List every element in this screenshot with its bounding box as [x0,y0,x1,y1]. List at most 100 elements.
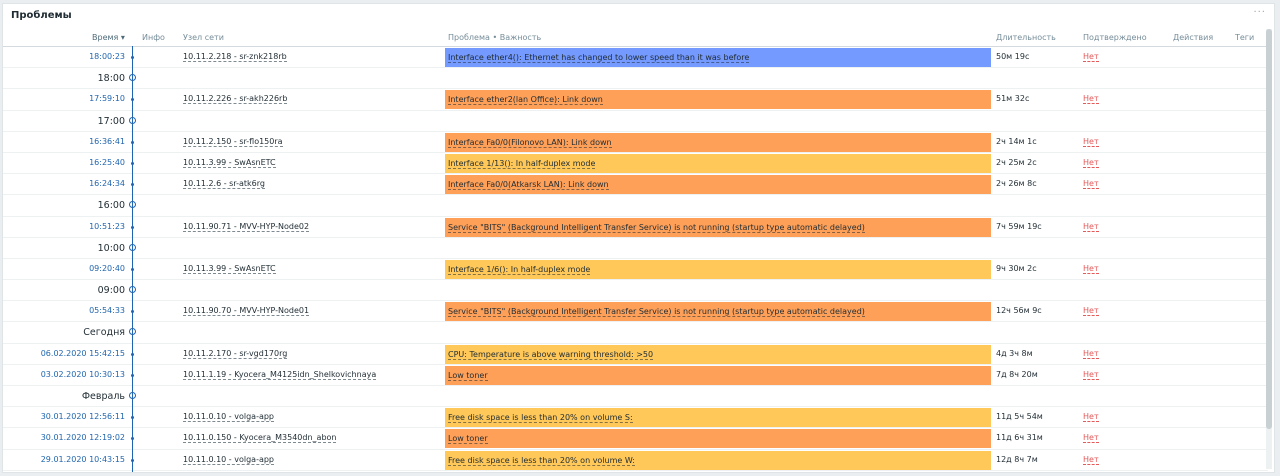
table-row: 17:59:10 10.11.2.226 - sr-akh226rb Interfa… [3,89,1268,111]
problem-time-link[interactable]: 10:51:23 [89,222,125,231]
duration-value: 51м 32с [996,94,1030,104]
problem-name: Low toner [448,370,488,381]
timeline-section-row: Сегодня [3,322,1268,344]
ack-link[interactable]: Нет [1083,306,1099,317]
table-body: 18:00:23 10.11.2.218 - sr-znk218rb Interfa… [3,47,1268,471]
host-link[interactable]: 10.11.2.170 - sr-vgd170rg [183,349,288,359]
problem-cell[interactable]: Service "BITS" (Background Intelligent T… [445,217,991,237]
ack-link[interactable]: Нет [1083,222,1099,232]
duration-value: 4д 3ч 8м [996,348,1033,358]
ack-link[interactable]: Нет [1083,179,1099,190]
table-row: 05:54:33 10.11.90.70 - MVV-HYP-Node01 Serv… [3,301,1268,323]
column-actions: Действия [1173,33,1214,42]
duration-value: 7д 8ч 20м [996,369,1038,379]
column-time[interactable]: Время ▾ [92,33,125,42]
column-problem[interactable]: Проблема • Важность [448,33,541,42]
problem-name: Service "BITS" (Background Intelligent T… [448,307,865,318]
host-link[interactable]: 10.11.90.70 - MVV-HYP-Node01 [183,306,310,317]
timeline-section-label: 09:00 [97,285,125,297]
problem-cell[interactable]: Interface ether2(lan Office): Link down [445,90,991,110]
problem-cell[interactable]: Low toner [445,365,991,385]
problem-name: Interface ether2(lan Office): Link down [448,95,603,106]
widget-title: Проблемы [11,10,72,21]
ack-link[interactable]: Нет [1083,264,1099,274]
column-host[interactable]: Узел сети [183,33,224,42]
column-ack: Подтверждено [1083,33,1147,42]
problem-time-link[interactable]: 16:24:34 [89,179,125,188]
problem-cell[interactable]: Interface Fa0/0(Filonovo LAN): Link down [445,132,991,152]
host-link[interactable]: 10.11.3.99 - SwAsnETC [183,264,276,274]
problem-cell[interactable]: Low toner [445,429,991,449]
ack-link[interactable]: Нет [1083,137,1099,147]
problem-name: Interface ether4(): Ethernet has changed… [448,53,750,63]
problem-cell[interactable]: Interface Fa0/0(Atkarsk LAN): Link down [445,175,991,195]
ack-link[interactable]: Нет [1083,94,1099,105]
timeline-section-row: 10:00 [3,238,1268,259]
host-link[interactable]: 10.11.0.150 - Kyocera_M3540dn_abon [183,433,337,444]
problem-cell[interactable]: Free disk space is less than 20% on volu… [445,408,991,428]
problem-time-link[interactable]: 16:36:41 [89,137,125,146]
ack-link[interactable]: Нет [1083,412,1099,423]
problem-time-link[interactable]: 17:59:10 [89,94,125,103]
problems-table: Время ▾ Инфо Узел сети Проблема • Важнос… [3,27,1268,471]
column-info: Инфо [142,33,165,42]
ack-link[interactable]: Нет [1083,52,1099,62]
timeline-section-row: 17:00 [3,111,1268,132]
scrollbar[interactable] [1266,29,1272,469]
host-link[interactable]: 10.11.2.218 - sr-znk218rb [183,52,287,62]
table-row: 18:00:23 10.11.2.218 - sr-znk218rb Interfa… [3,47,1268,69]
problem-name: CPU: Temperature is above warning thresh… [448,349,654,360]
column-tags: Теги [1235,33,1255,42]
timeline-section-row: Февраль [3,386,1268,408]
widget-menu-icon[interactable]: ··· [1253,7,1266,18]
problem-cell[interactable]: CPU: Temperature is above warning thresh… [445,344,991,364]
duration-value: 2ч 14м 1с [996,136,1037,146]
timeline-section-row: 16:00 [3,195,1268,217]
timeline-section-row: 18:00 [3,68,1268,90]
problem-cell[interactable]: Interface ether4(): Ethernet has changed… [445,48,991,67]
host-link[interactable]: 10.11.2.226 - sr-akh226rb [183,94,288,105]
problem-name: Interface Fa0/0(Atkarsk LAN): Link down [448,180,609,191]
host-link[interactable]: 10.11.2.150 - sr-flo150ra [183,137,283,147]
scrollbar-thumb[interactable] [1266,29,1272,429]
problem-cell[interactable]: Interface 1/13(): In half-duplex mode [445,153,991,173]
problem-time-link[interactable]: 05:54:33 [89,306,125,315]
problem-time-link[interactable]: 29.01.2020 10:43:15 [41,455,125,464]
duration-value: 11д 6ч 31м [996,433,1043,443]
problem-time-link[interactable]: 09:20:40 [89,264,125,273]
host-link[interactable]: 10.11.1.19 - Kyocera_M4125idn_Shelkovich… [183,370,377,380]
timeline-section-label: 10:00 [97,242,125,254]
table-row: 03.02.2020 10:30:13 10.11.1.19 - Kyocera_… [3,365,1268,386]
ack-link[interactable]: Нет [1083,158,1099,168]
ack-link[interactable]: Нет [1083,455,1099,465]
ack-link[interactable]: Нет [1083,370,1099,380]
host-link[interactable]: 10.11.0.10 - volga-app [183,412,275,423]
table-row: 29.01.2020 10:43:15 10.11.0.10 - volga-ap… [3,450,1268,471]
host-link[interactable]: 10.11.0.10 - volga-app [183,455,275,465]
problem-name: Free disk space is less than 20% on volu… [448,413,633,424]
problem-cell[interactable]: Interface 1/6(): In half-duplex mode [445,259,991,279]
ack-link[interactable]: Нет [1083,433,1099,444]
problem-time-link[interactable]: 30.01.2020 12:56:11 [41,412,125,421]
problem-name: Low toner [448,434,488,445]
problem-time-link[interactable]: 16:25:40 [89,158,125,167]
host-link[interactable]: 10.11.90.71 - MVV-HYP-Node02 [183,222,310,232]
table-row: 10:51:23 10.11.90.71 - MVV-HYP-Node02 Serv… [3,217,1268,238]
duration-value: 9ч 30м 2с [996,263,1037,273]
ack-link[interactable]: Нет [1083,349,1099,359]
problem-name: Interface Fa0/0(Filonovo LAN): Link down [448,137,612,148]
problem-time-link[interactable]: 18:00:23 [89,52,125,61]
host-link[interactable]: 10.11.3.99 - SwAsnETC [183,158,276,168]
timeline-section-label: 17:00 [97,115,125,127]
timeline-line [132,46,133,472]
problem-time-link[interactable]: 03.02.2020 10:30:13 [41,370,125,379]
problem-cell[interactable]: Service "BITS" (Background Intelligent T… [445,302,991,322]
host-link[interactable]: 10.11.2.6 - sr-atk6rg [183,179,265,190]
column-duration: Длительность [996,33,1056,42]
problem-cell[interactable]: Free disk space is less than 20% on volu… [445,450,991,470]
problem-time-link[interactable]: 30.01.2020 12:19:02 [41,433,125,442]
table-row: 09:20:40 10.11.3.99 - SwAsnETC Interface 1… [3,259,1268,281]
problem-name: Interface 1/6(): In half-duplex mode [448,264,591,275]
table-row: 30.01.2020 12:19:02 10.11.0.150 - Kyocera… [3,428,1268,450]
problem-time-link[interactable]: 06.02.2020 15:42:15 [41,349,125,358]
